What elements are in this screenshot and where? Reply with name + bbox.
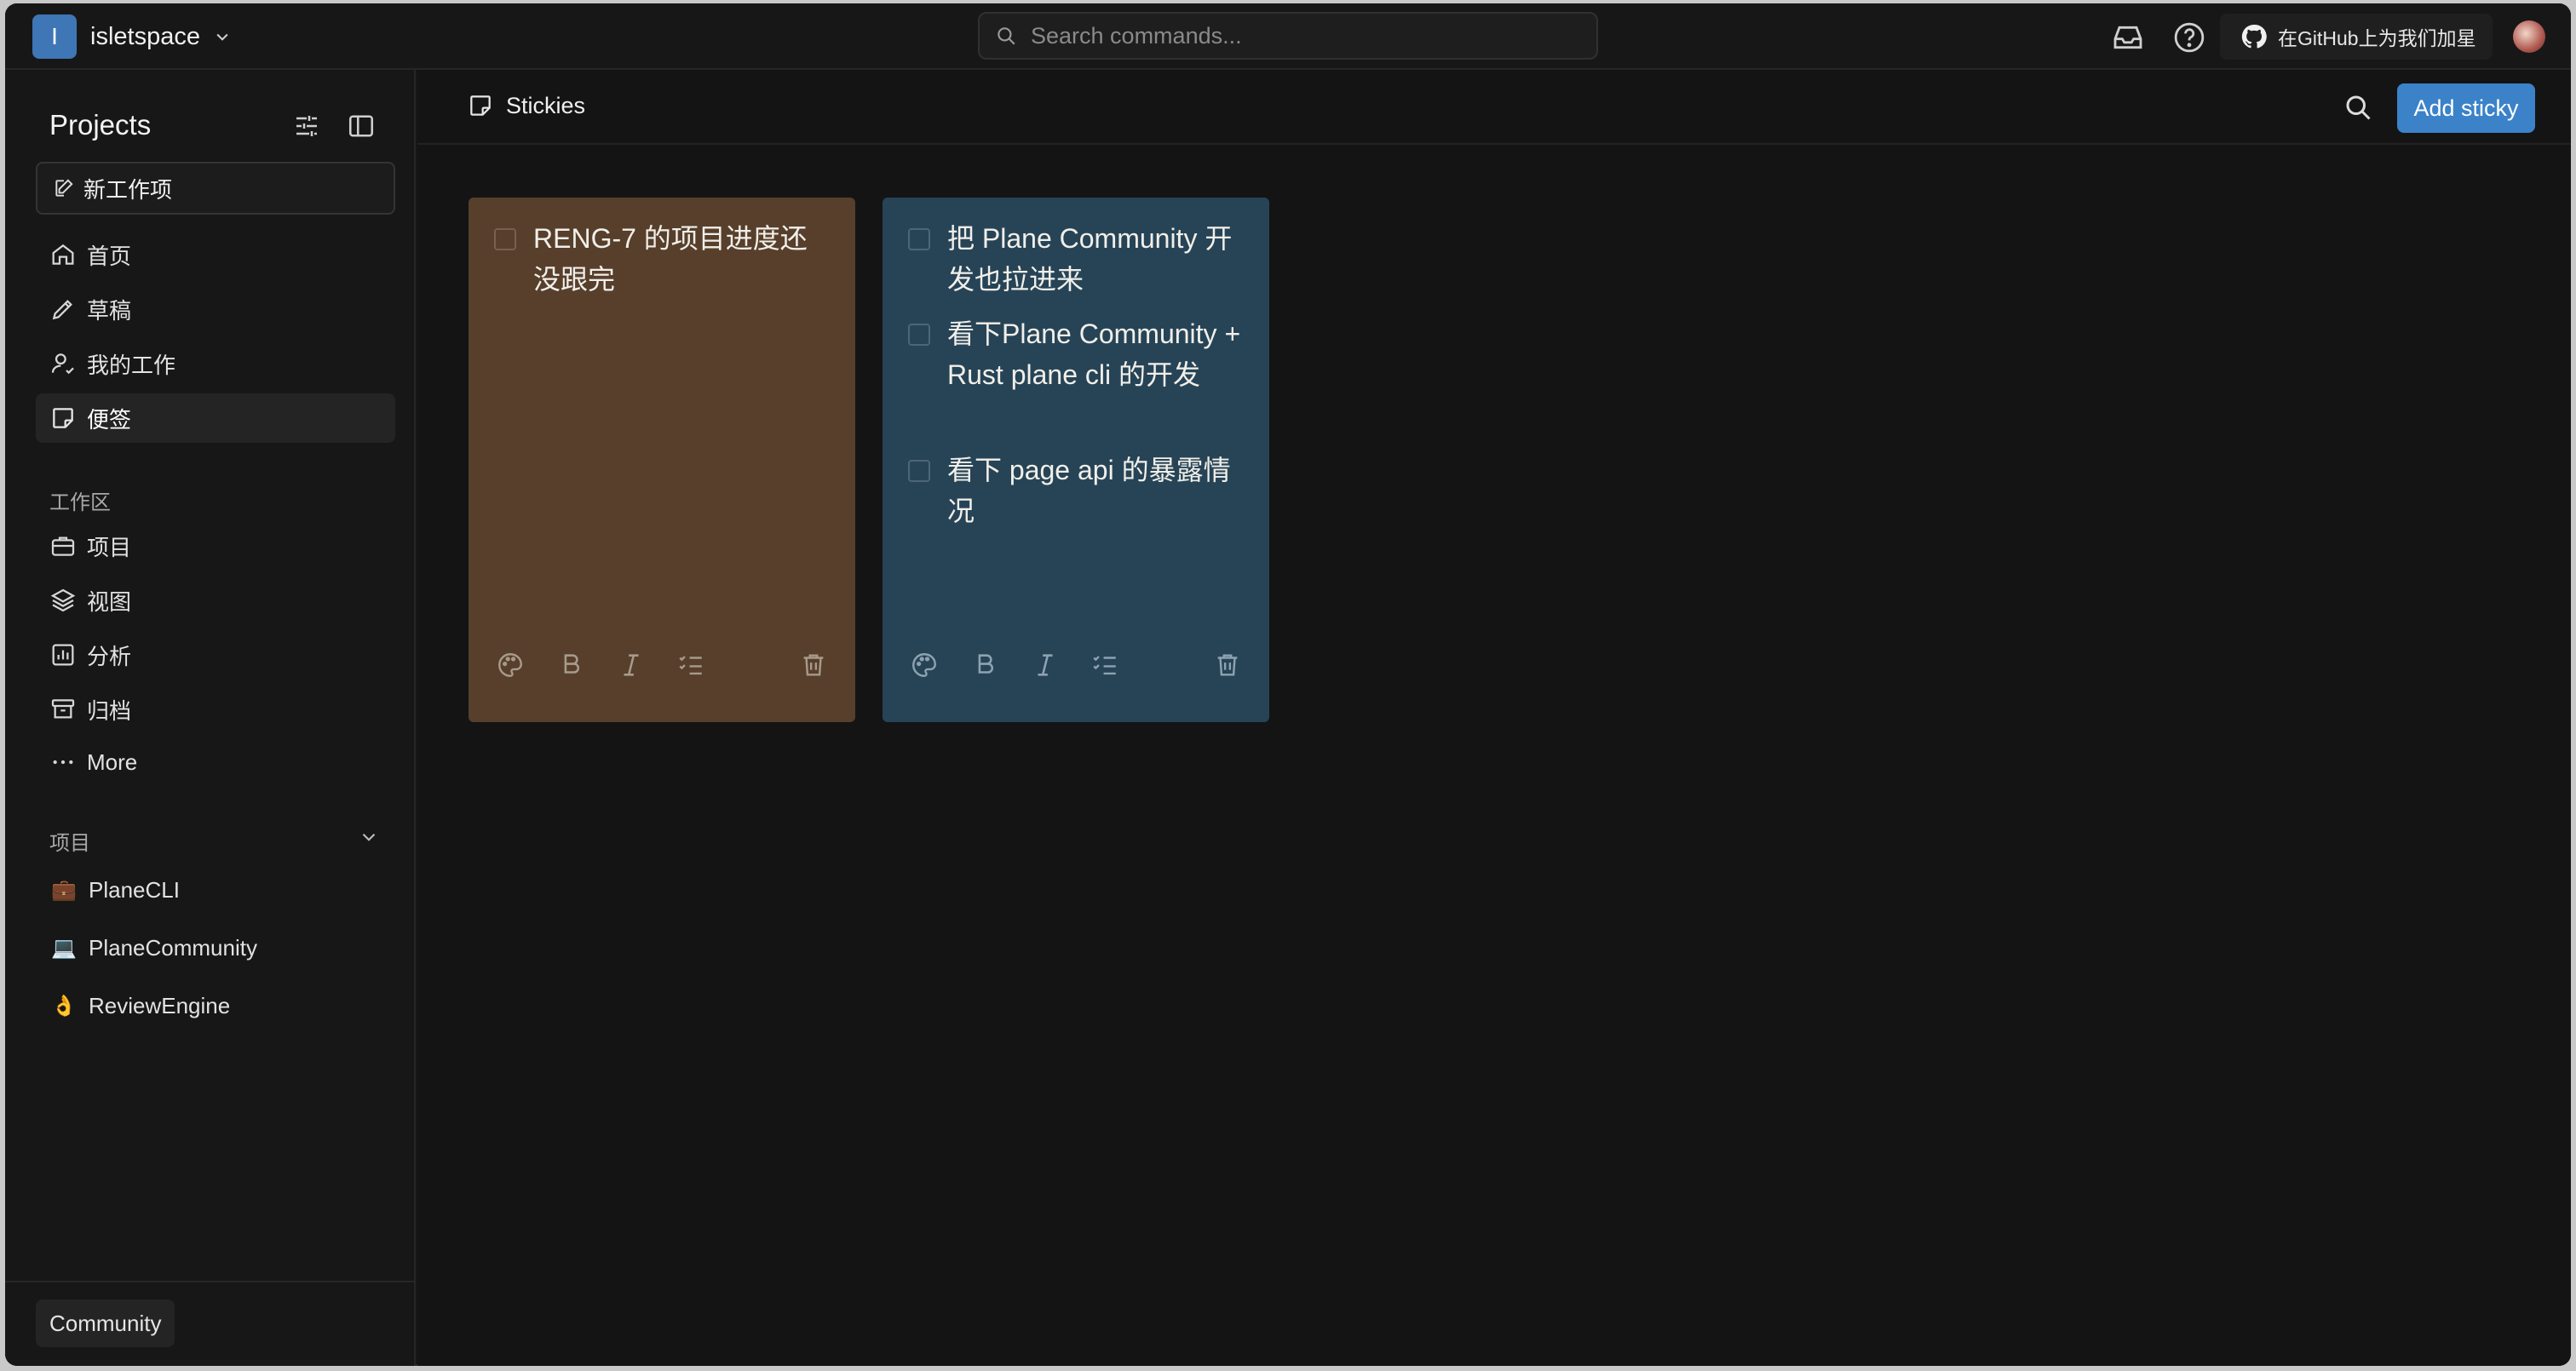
bold-icon[interactable] [557,651,586,680]
main-header: Stickies Add sticky [417,70,2571,145]
sticky-card[interactable]: RENG-7 的项目进度还没跟完 [469,198,855,722]
home-icon [52,244,74,265]
help-icon[interactable] [2172,20,2206,54]
sidebar-title: Projects [49,109,152,141]
task-checkbox[interactable] [908,324,930,346]
app-window: I isletspace 在GitHub上为我们加星 Projects [5,3,2571,1366]
sidebar-item-label: 便签 [87,406,132,433]
sidebar-item-archives[interactable]: 归档 [36,685,395,734]
command-search[interactable] [978,12,1598,60]
sidebar-item-projects[interactable]: 项目 [36,521,395,571]
archive-icon [51,699,75,719]
inbox-icon[interactable] [2111,20,2145,54]
task-checkbox[interactable] [908,460,930,482]
italic-icon[interactable] [1031,651,1060,680]
sidebar-toggle-icon[interactable] [346,111,377,141]
sidebar-item-views[interactable]: 视图 [36,576,395,625]
sidebar-item-label: 我的工作 [87,352,176,378]
github-star-label: 在GitHub上为我们加星 [2278,27,2476,49]
bar-chart-icon [52,644,74,666]
sidebar-item-label: 首页 [87,243,132,269]
filter-settings-icon[interactable] [291,111,322,141]
user-avatar[interactable] [2513,20,2545,53]
palette-icon[interactable] [496,651,525,680]
sidebar-item-label: More [87,749,138,775]
task-checkbox[interactable] [494,228,516,250]
project-emoji: 💻 [51,936,77,960]
sidebar-item-label: 草稿 [87,297,132,324]
italic-icon[interactable] [617,651,646,680]
sticky-task: 看下 page api 的暴露情况 [908,450,1244,531]
sticky-card[interactable]: 把 Plane Community 开发也拉进来 看下Plane Communi… [883,198,1269,722]
add-sticky-button[interactable]: Add sticky [2397,83,2535,133]
sticky-task: 把 Plane Community 开发也拉进来 [908,218,1244,300]
sidebar-header: Projects [49,104,394,146]
sidebar-item-drafts[interactable]: 草稿 [36,284,395,334]
search-icon[interactable] [2343,92,2373,123]
sidebar-item-label: 视图 [87,588,132,615]
briefcase-icon [51,536,75,556]
task-text[interactable]: RENG-7 的项目进度还没跟完 [533,218,830,300]
sticky-note-icon [470,95,491,116]
new-work-item-label: 新工作项 [83,176,173,203]
sidebar-item-label: 分析 [87,643,132,669]
task-text[interactable]: 看下 page api 的暴露情况 [947,450,1244,531]
search-icon [998,27,1015,45]
checklist-icon[interactable] [1090,651,1119,680]
sidebar-item-label: 归档 [87,697,132,724]
project-name: PlaneCLI [89,876,180,903]
new-work-item-button[interactable]: 新工作项 [36,162,395,215]
sidebar-item-more[interactable]: More [36,737,395,787]
chevron-down-icon [216,33,228,41]
task-checkbox[interactable] [908,228,930,250]
pencil-icon [52,300,72,320]
task-text[interactable]: 看下Plane Community + Rust plane cli 的开发 [947,313,1244,395]
sticky-toolbar [910,651,1242,685]
more-icon [53,760,73,765]
sidebar-item-analytics[interactable]: 分析 [36,630,395,680]
project-item-reviewengine[interactable]: 👌 ReviewEngine [36,981,395,1030]
sidebar-item-stickies[interactable]: 便签 [36,393,395,443]
projects-section-label: 项目 [49,832,90,855]
project-item-planecommunity[interactable]: 💻 PlaneCommunity [36,923,395,972]
workspace-section-label: 工作区 [49,491,111,514]
top-bar: I isletspace 在GitHub上为我们加星 [5,3,2571,70]
sidebar-item-my-work[interactable]: 我的工作 [36,339,395,388]
sidebar: Projects 新工作项 首页 草稿 我的工作 便签 工作区 项目 视图 分析… [5,70,416,1366]
trash-icon[interactable] [799,651,828,680]
community-badge[interactable]: Community [36,1299,175,1347]
project-name: PlaneCommunity [89,934,257,961]
sticky-task: RENG-7 的项目进度还没跟完 [494,218,830,300]
project-name: ReviewEngine [89,992,231,1018]
sticky-task: 看下Plane Community + Rust plane cli 的开发 [908,313,1244,395]
trash-icon[interactable] [1213,651,1242,680]
sticky-toolbar [496,651,828,685]
workspace-switcher[interactable]: I isletspace [32,14,231,60]
task-text[interactable]: 把 Plane Community 开发也拉进来 [947,218,1244,300]
page-title: Stickies [467,92,585,119]
main-content: Stickies Add sticky RENG-7 的项目进度还没跟完 把 P… [417,70,2571,1366]
sidebar-item-label: 项目 [87,534,132,560]
github-icon [2241,24,2267,49]
chevron-down-icon[interactable] [358,826,380,848]
page-title-text: Stickies [506,92,586,118]
search-input[interactable] [1031,22,1576,49]
project-emoji: 👌 [51,994,77,1018]
checklist-icon[interactable] [676,651,705,680]
workspace-avatar: I [32,14,77,59]
project-emoji: 💼 [51,878,77,902]
sidebar-footer: Community [5,1281,414,1366]
sticky-note-icon [53,408,73,428]
layers-icon [50,588,76,612]
bold-icon[interactable] [971,651,1000,680]
github-star-button[interactable]: 在GitHub上为我们加星 [2220,14,2493,60]
palette-icon[interactable] [910,651,939,680]
workspace-name: isletspace [90,22,200,50]
project-item-planecli[interactable]: 💼 PlaneCLI [36,865,395,915]
edit-icon [55,179,73,197]
user-check-icon [51,353,74,375]
sidebar-item-home[interactable]: 首页 [36,230,395,279]
